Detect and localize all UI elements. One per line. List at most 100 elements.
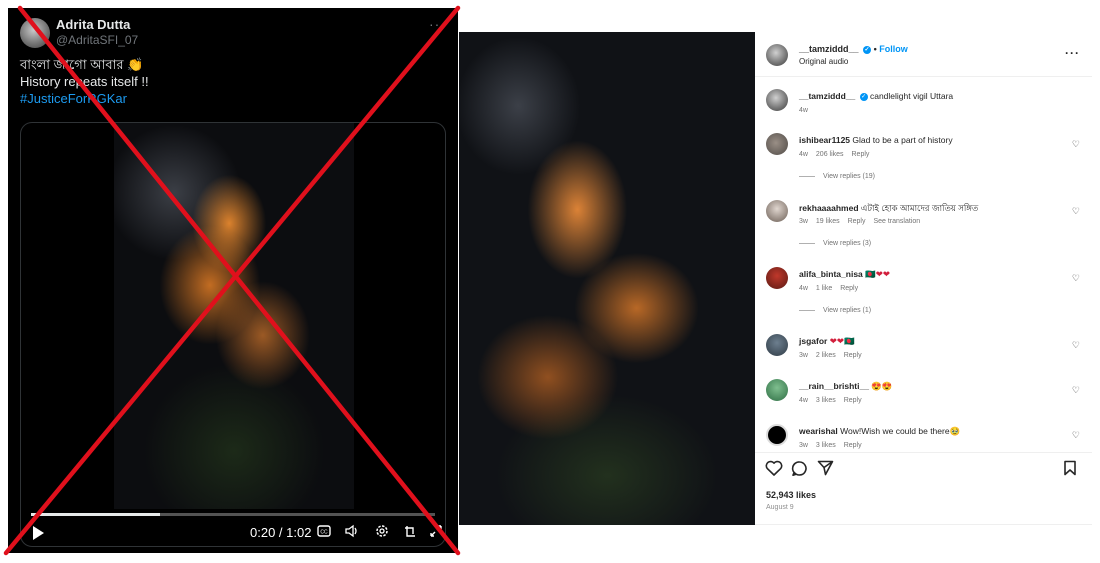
comment-text: ❤❤🇧🇩 bbox=[829, 336, 855, 346]
comment-text: 😍😍 bbox=[871, 381, 893, 391]
comment-meta: 4w 1 like Reply bbox=[799, 285, 864, 292]
caption-age: 4w bbox=[799, 107, 808, 114]
comment-likes[interactable]: 206 likes bbox=[816, 151, 844, 158]
comment-avatar[interactable] bbox=[766, 424, 788, 446]
comment-age: 4w bbox=[799, 151, 808, 158]
comment-age: 4w bbox=[799, 285, 808, 292]
reply-button[interactable]: Reply bbox=[848, 218, 866, 225]
comment-likes[interactable]: 1 like bbox=[816, 285, 832, 292]
follow-button[interactable]: Follow bbox=[879, 44, 908, 54]
comment-meta: 3w 3 likes Reply bbox=[799, 442, 868, 449]
post-actions bbox=[755, 460, 1092, 482]
view-replies-button[interactable]: View replies (19) bbox=[799, 173, 875, 180]
caption-meta: 4w bbox=[799, 107, 814, 114]
like-comment-heart-icon[interactable]: ♡ bbox=[1072, 139, 1080, 150]
instagram-post: __tamziddd__ ✓ • Follow Original audio ·… bbox=[459, 32, 1092, 525]
post-author-avatar[interactable] bbox=[766, 44, 788, 66]
comment-text-line: wearishal Wow!Wish we could be there🥹 bbox=[799, 426, 960, 437]
like-comment-heart-icon[interactable]: ♡ bbox=[1072, 273, 1080, 284]
like-heart-icon[interactable] bbox=[765, 460, 783, 481]
comment-avatar[interactable] bbox=[766, 379, 788, 401]
caption-username[interactable]: __tamziddd__ bbox=[799, 91, 855, 101]
reply-button[interactable]: Reply bbox=[840, 285, 858, 292]
more-options-icon[interactable]: ··· bbox=[1065, 46, 1080, 60]
comment-likes[interactable]: 3 likes bbox=[816, 397, 836, 404]
settings-icon[interactable] bbox=[375, 524, 389, 541]
reply-button[interactable]: Reply bbox=[852, 151, 870, 158]
tweet-author-name[interactable]: Adrita Dutta bbox=[56, 17, 130, 32]
like-comment-heart-icon[interactable]: ♡ bbox=[1072, 340, 1080, 351]
reply-button[interactable]: Reply bbox=[844, 352, 862, 359]
video-time: 0:20 / 1:02 bbox=[250, 525, 312, 540]
comment-text-line: rekhaaaahmed এটাই হোক আমাদের জাতিয় সঙ্গ… bbox=[799, 202, 978, 216]
video-frame-image[interactable] bbox=[114, 123, 354, 509]
comment-age: 3w bbox=[799, 218, 808, 225]
comment-likes[interactable]: 19 likes bbox=[816, 218, 840, 225]
like-comment-heart-icon[interactable]: ♡ bbox=[1072, 385, 1080, 396]
tweet-author-handle[interactable]: @AdritaSFI_07 bbox=[56, 33, 138, 47]
comment-meta: 4w 206 likes Reply bbox=[799, 151, 875, 158]
comment-age: 3w bbox=[799, 352, 808, 359]
instagram-video[interactable] bbox=[459, 32, 755, 525]
comment-text-line: alifa_binta_nisa 🇧🇩❤❤ bbox=[799, 269, 890, 280]
view-replies-button[interactable]: View replies (3) bbox=[799, 240, 871, 247]
post-header: __tamziddd__ ✓ • Follow Original audio ·… bbox=[755, 32, 1092, 76]
reply-button[interactable]: Reply bbox=[844, 397, 862, 404]
comment-text-line: jsgafor ❤❤🇧🇩 bbox=[799, 336, 855, 347]
original-audio-link[interactable]: Original audio bbox=[799, 57, 848, 66]
caption-author-avatar[interactable] bbox=[766, 89, 788, 111]
comment-text: এটাই হোক আমাদের জাতিয় সঙ্গিত bbox=[860, 203, 979, 213]
save-bookmark-icon[interactable] bbox=[1063, 460, 1077, 481]
comment-meta: 3w 2 likes Reply bbox=[799, 352, 868, 359]
reply-button[interactable]: Reply bbox=[844, 442, 862, 449]
like-comment-heart-icon[interactable]: ♡ bbox=[1072, 430, 1080, 441]
caption-text-line: __tamziddd__ ✓ candlelight vigil Uttara bbox=[799, 91, 953, 101]
comment-username[interactable]: __rain__brishti__ bbox=[799, 381, 869, 391]
actions-divider bbox=[755, 452, 1092, 453]
comment-likes[interactable]: 3 likes bbox=[816, 442, 836, 449]
fullscreen-icon[interactable] bbox=[429, 524, 443, 541]
see-translation-button[interactable]: See translation bbox=[873, 218, 920, 225]
post-date[interactable]: August 9 bbox=[766, 504, 794, 511]
volume-icon[interactable] bbox=[344, 524, 360, 541]
comment-avatar[interactable] bbox=[766, 267, 788, 289]
pip-icon[interactable] bbox=[403, 524, 417, 541]
view-replies-label: View replies (1) bbox=[823, 307, 872, 314]
comment-username[interactable]: rekhaaaahmed bbox=[799, 203, 859, 213]
comment-username[interactable]: ishibear1125 bbox=[799, 135, 850, 145]
tweet-video-player[interactable]: 0:20 / 1:02 CC bbox=[20, 122, 446, 547]
comment-meta: 3w 19 likes Reply See translation bbox=[799, 218, 926, 225]
tweet-avatar[interactable] bbox=[20, 18, 50, 48]
comment-username[interactable]: alifa_binta_nisa bbox=[799, 269, 863, 279]
comment-meta: 4w 3 likes Reply bbox=[799, 397, 868, 404]
share-icon[interactable] bbox=[817, 460, 834, 481]
view-replies-button[interactable]: View replies (1) bbox=[799, 307, 871, 314]
more-options-icon[interactable]: ··· bbox=[429, 16, 446, 32]
verified-badge-icon: ✓ bbox=[863, 45, 872, 54]
video-progress-bar[interactable] bbox=[31, 513, 435, 516]
post-author-username[interactable]: __tamziddd__ bbox=[799, 44, 859, 54]
like-comment-heart-icon[interactable]: ♡ bbox=[1072, 206, 1080, 217]
video-controls: 0:20 / 1:02 CC bbox=[21, 521, 445, 546]
instagram-sidebar: __tamziddd__ ✓ • Follow Original audio ·… bbox=[755, 32, 1092, 525]
comment-icon[interactable] bbox=[791, 460, 808, 482]
header-divider bbox=[755, 76, 1092, 77]
tweet-hashtag[interactable]: #JusticeForRGKar bbox=[20, 90, 149, 107]
comment-text-line: __rain__brishti__ 😍😍 bbox=[799, 381, 892, 392]
tweet-text: বাংলা জাগো আবার 👏 History repeats itself… bbox=[20, 56, 149, 107]
comment-avatar[interactable] bbox=[766, 334, 788, 356]
comment-likes[interactable]: 2 likes bbox=[816, 352, 836, 359]
post-author-line: __tamziddd__ ✓ • Follow bbox=[799, 44, 908, 54]
view-replies-label: View replies (3) bbox=[823, 240, 872, 247]
comment-username[interactable]: jsgafor bbox=[799, 336, 827, 346]
video-progress-fill bbox=[31, 513, 161, 516]
comment-avatar[interactable] bbox=[766, 200, 788, 222]
captions-icon[interactable]: CC bbox=[317, 524, 331, 540]
likes-count[interactable]: 52,943 likes bbox=[766, 490, 816, 500]
tweet-text-line-2: History repeats itself !! bbox=[20, 74, 149, 89]
comment-age: 3w bbox=[799, 442, 808, 449]
comment-avatar[interactable] bbox=[766, 133, 788, 155]
play-icon[interactable] bbox=[33, 526, 44, 540]
comment-username[interactable]: wearishal bbox=[799, 426, 838, 436]
replies-dash bbox=[799, 242, 815, 244]
